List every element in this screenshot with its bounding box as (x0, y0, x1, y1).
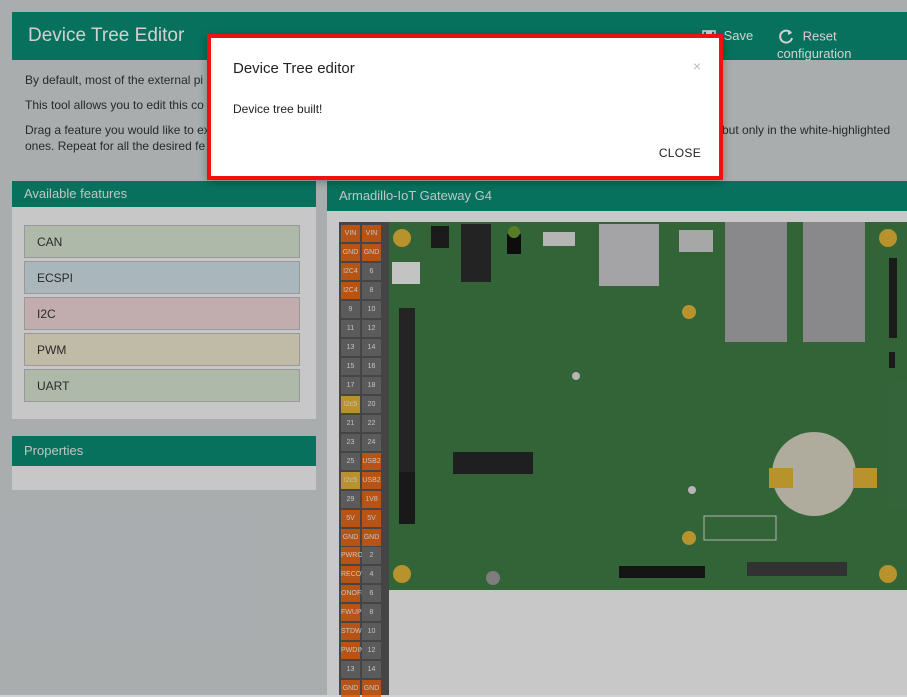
dialog-message: Device tree built! (233, 102, 323, 116)
device-tree-dialog: Device Tree editor × Device tree built! … (207, 34, 723, 180)
dialog-close-icon[interactable]: × (693, 58, 701, 74)
dialog-close-button[interactable]: CLOSE (659, 146, 701, 160)
dialog-title: Device Tree editor (233, 60, 355, 77)
